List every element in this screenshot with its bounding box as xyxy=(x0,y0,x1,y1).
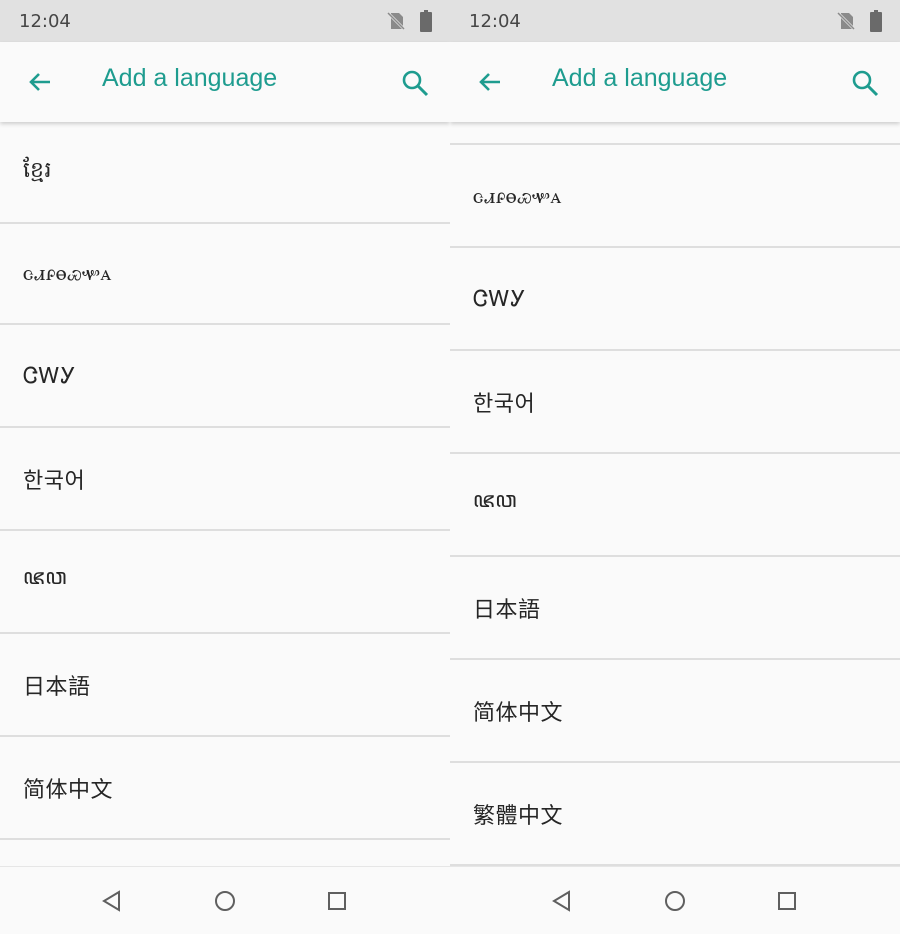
language-item[interactable]: ᏣᎳᎩ xyxy=(0,326,450,428)
battery-icon xyxy=(870,10,882,32)
nav-back-icon[interactable] xyxy=(99,888,125,914)
status-bar: 12:04 xyxy=(450,0,900,42)
language-item[interactable]: ꮳꮧꮅꮎꮿꮙꭺ xyxy=(450,146,900,248)
language-item[interactable]: ꦗꦮ xyxy=(0,532,450,634)
search-icon[interactable] xyxy=(400,68,430,98)
status-icons xyxy=(386,10,432,32)
language-label: 简体中文 xyxy=(473,701,564,726)
language-label: ꦗꦮ xyxy=(23,564,68,590)
language-label: ꦗꦮ xyxy=(473,487,518,513)
phone-screen-left: 12:04 Add a language ខ្មែរ ꮳꮧꮅꮎꮿꮙꭺ ᏣᎳᎩ 한… xyxy=(0,0,450,934)
phone-screen-right: 12:04 Add a language ꮳꮧꮅꮎꮿꮙꭺ ᏣᎳᎩ 한국어 ꦗꦮ … xyxy=(450,0,900,934)
language-item[interactable]: 한국어 xyxy=(450,352,900,454)
page-title: Add a language xyxy=(102,64,278,92)
language-item[interactable]: 简体中文 xyxy=(450,661,900,763)
language-label: ꮳꮧꮅꮎꮿꮙꭺ xyxy=(473,183,562,209)
language-label: 日本語 xyxy=(23,675,91,700)
back-arrow-icon[interactable] xyxy=(26,68,54,96)
app-bar: Add a language xyxy=(0,42,450,122)
no-sim-icon xyxy=(386,11,406,31)
language-item[interactable]: 한국어 xyxy=(0,429,450,531)
language-label: 한국어 xyxy=(473,392,536,417)
app-bar: Add a language xyxy=(450,42,900,122)
nav-recents-icon[interactable] xyxy=(774,888,800,914)
page-title: Add a language xyxy=(552,64,728,92)
language-label: 繁體中文 xyxy=(473,804,564,829)
nav-recents-icon[interactable] xyxy=(324,888,350,914)
battery-icon xyxy=(420,10,432,32)
nav-home-icon[interactable] xyxy=(662,888,688,914)
language-item[interactable]: 繁體中文 xyxy=(450,764,900,866)
back-arrow-icon[interactable] xyxy=(476,68,504,96)
language-item[interactable]: ᏣᎳᎩ xyxy=(450,249,900,351)
language-label: ꮳꮧꮅꮎꮿꮙꭺ xyxy=(23,260,112,286)
language-item[interactable]: ꮳꮧꮅꮎꮿꮙꭺ xyxy=(0,223,450,325)
status-icons xyxy=(836,10,882,32)
language-label: ᏣᎳᎩ xyxy=(473,286,527,312)
language-item[interactable]: 日本語 xyxy=(450,558,900,660)
language-label: 简体中文 xyxy=(23,778,114,803)
navigation-bar xyxy=(0,866,450,934)
search-icon[interactable] xyxy=(850,68,880,98)
language-label: ខ្មែរ xyxy=(23,158,52,183)
status-bar: 12:04 xyxy=(0,0,450,42)
language-label: 日本語 xyxy=(473,598,541,623)
status-time: 12:04 xyxy=(19,10,71,32)
language-item[interactable]: ꦗꦮ xyxy=(450,455,900,557)
language-item[interactable]: 日本語 xyxy=(0,635,450,737)
navigation-bar xyxy=(450,866,900,934)
status-time: 12:04 xyxy=(469,10,521,32)
nav-back-icon[interactable] xyxy=(549,888,575,914)
nav-home-icon[interactable] xyxy=(212,888,238,914)
language-label: 한국어 xyxy=(23,469,86,494)
no-sim-icon xyxy=(836,11,856,31)
language-item[interactable]: 简体中文 xyxy=(0,738,450,840)
language-item[interactable]: ខ្មែរ xyxy=(0,122,450,224)
language-label: ᏣᎳᎩ xyxy=(23,363,77,389)
